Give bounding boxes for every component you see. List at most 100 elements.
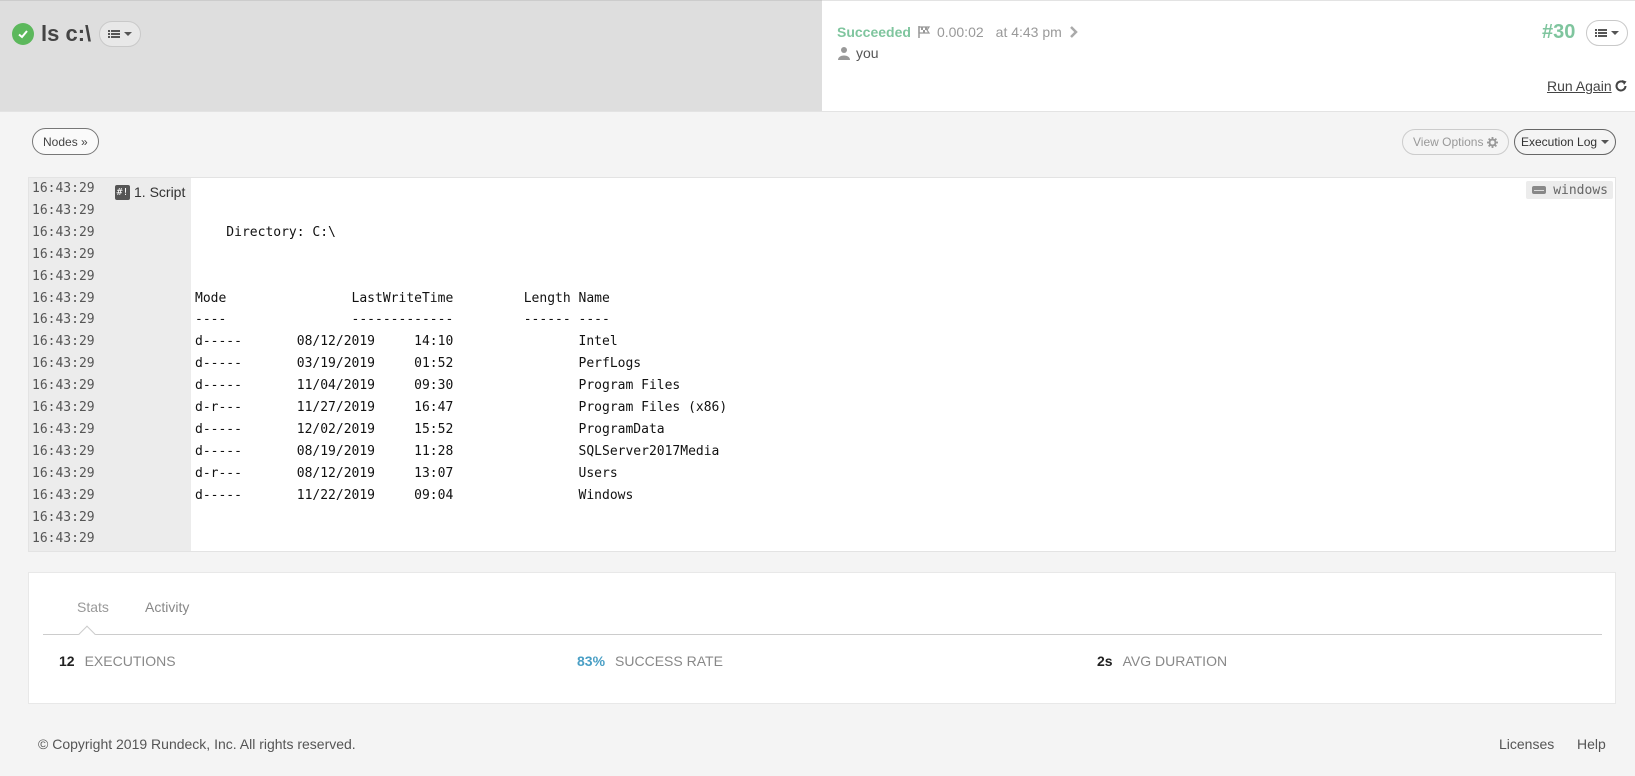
- job-name[interactable]: ls c:\: [41, 21, 91, 47]
- stat-success-rate: 83% SUCCESS RATE: [577, 653, 723, 669]
- log-timestamp: 16:43:29: [32, 224, 95, 240]
- success-rate-label: SUCCESS RATE: [615, 653, 723, 669]
- list-icon: [108, 30, 121, 38]
- help-link[interactable]: Help: [1577, 736, 1606, 752]
- log-line: 16:43:29 d----- 03/19/2019 01:52 PerfLogs: [29, 353, 1615, 375]
- nodes-button[interactable]: Nodes »: [32, 128, 99, 155]
- run-again-link[interactable]: Run Again: [1547, 78, 1628, 94]
- node-badge[interactable]: windows: [1526, 181, 1613, 199]
- log-timestamp: 16:43:29: [32, 509, 95, 525]
- log-line: 16:43:29 d----- 11/04/2019 09:30 Program …: [29, 375, 1615, 397]
- active-tab-indicator: [78, 625, 96, 643]
- log-text: ---- ------------- ------ ----: [195, 312, 610, 328]
- log-timestamp: 16:43:29: [32, 378, 95, 394]
- log-timestamp: 16:43:29: [32, 268, 95, 284]
- chevron-right-icon[interactable]: [1068, 26, 1078, 38]
- refresh-icon: [1615, 80, 1627, 92]
- script-icon: #!: [115, 184, 130, 200]
- log-timestamp: 16:43:29: [32, 421, 95, 437]
- log-timestamp: 16:43:29: [32, 246, 95, 262]
- tab-stats[interactable]: Stats: [77, 599, 109, 615]
- execution-header: ls c:\ Succeeded 0.00:02 at 4:43 pm you …: [0, 0, 1635, 112]
- step-label[interactable]: #! 1. Script: [115, 181, 185, 203]
- log-timestamp: 16:43:29: [32, 487, 95, 503]
- execution-log-dropdown[interactable]: Execution Log: [1514, 129, 1617, 155]
- log-line: 16:43:29 ---- ------------- ------ ----: [29, 309, 1615, 331]
- view-options-button[interactable]: View Options: [1402, 129, 1510, 155]
- log-text: d----- 12/02/2019 15:52 ProgramData: [195, 421, 665, 437]
- header-status-section: [822, 0, 1635, 112]
- execution-log-label: Execution Log: [1521, 135, 1598, 149]
- log-text: d-r--- 11/27/2019 16:47 Program Files (x…: [195, 400, 728, 415]
- user-name: you: [856, 45, 879, 61]
- log-line: 16:43:29 d----- 12/02/2019 15:52 ProgramD…: [29, 419, 1615, 441]
- log-line: 16:43:29: [29, 507, 1615, 529]
- log-timestamp: 16:43:29: [32, 202, 95, 218]
- stats-panel: Stats Activity 12 EXECUTIONS 83% SUCCESS…: [28, 572, 1616, 704]
- user-line: you: [837, 45, 879, 61]
- log-timestamp: 16:43:29: [32, 531, 95, 547]
- header-job-section: [0, 0, 822, 112]
- log-line: 16:43:29 Directory: C:\: [29, 222, 1615, 244]
- log-line: 16:43:29 d----- 08/12/2019 14:10 Intel: [29, 331, 1615, 353]
- log-line: 16:43:29 d----- 08/19/2019 11:28 SQLServe…: [29, 441, 1615, 463]
- log-timestamp: 16:43:29: [32, 312, 95, 328]
- server-icon: [1532, 186, 1547, 194]
- log-text: d----- 11/04/2019 09:30 Program Files: [195, 378, 681, 394]
- log-text: Directory: C:\: [195, 224, 336, 240]
- log-text: d----- 08/19/2019 11:28 SQLServer2017Med…: [195, 443, 720, 459]
- execution-number[interactable]: #30: [1542, 21, 1575, 44]
- log-text: d-r--- 08/12/2019 13:07 Users: [195, 465, 618, 481]
- caret-down-icon: [1601, 140, 1610, 144]
- node-name: windows: [1553, 182, 1608, 198]
- log-line: 16:43:29: [29, 244, 1615, 266]
- list-icon: [1595, 29, 1607, 37]
- tab-activity[interactable]: Activity: [145, 599, 189, 615]
- stat-avg-duration: 2s AVG DURATION: [1097, 653, 1227, 669]
- log-line: 16:43:29 d-r--- 11/27/2019 16:47 Program …: [29, 397, 1615, 419]
- log-timestamp: 16:43:29: [32, 465, 95, 481]
- log-line: 16:43:29 d-r--- 08/12/2019 13:07 Users: [29, 463, 1615, 485]
- time-text: at 4:43 pm: [995, 24, 1062, 40]
- log-line: 16:43:29 d----- 11/22/2019 09:04 Windows: [29, 485, 1615, 507]
- user-icon: [837, 46, 851, 60]
- executions-label: EXECUTIONS: [84, 653, 176, 669]
- caret-down-icon: [1611, 31, 1619, 35]
- stat-executions: 12 EXECUTIONS: [59, 653, 176, 669]
- log-line: 16:43:29: [29, 200, 1615, 222]
- log-timestamp: 16:43:29: [32, 290, 95, 306]
- caret-down-icon: [124, 32, 133, 36]
- execution-log-panel[interactable]: 16:43:29 16:43:29 16:43:29 Directory: C:\ 1…: [28, 177, 1616, 552]
- execution-actions-dropdown[interactable]: [1586, 20, 1628, 46]
- status-line: Succeeded 0.00:02 at 4:43 pm: [837, 24, 1078, 40]
- view-options-label: View Options: [1413, 135, 1484, 149]
- log-text: d----- 11/22/2019 09:04 Windows: [195, 487, 634, 503]
- log-timestamp: 16:43:29: [32, 443, 95, 459]
- log-text: d----- 08/12/2019 14:10 Intel: [195, 334, 618, 350]
- header-divider: [0, 111, 1635, 112]
- copyright-text: © Copyright 2019 Rundeck, Inc. All right…: [38, 736, 356, 752]
- log-timestamp: 16:43:29: [32, 400, 95, 415]
- avg-duration-value: 2s: [1097, 653, 1113, 669]
- job-title: ls c:\: [12, 21, 142, 47]
- log-line: 16:43:29: [29, 178, 1615, 200]
- log-line: 16:43:29: [29, 528, 1615, 550]
- avg-duration-label: AVG DURATION: [1122, 653, 1228, 669]
- gear-icon: [1487, 136, 1499, 148]
- status-text: Succeeded: [837, 24, 911, 40]
- success-rate-value: 83%: [577, 653, 606, 669]
- log-timestamp: 16:43:29: [32, 334, 95, 350]
- licenses-link[interactable]: Licenses: [1499, 736, 1554, 752]
- log-line: 16:43:29 Mode LastWriteTime Length Name: [29, 288, 1615, 310]
- executions-value: 12: [59, 653, 75, 669]
- step-name: 1. Script: [134, 184, 186, 200]
- flag-icon: [917, 25, 931, 39]
- log-timestamp: 16:43:29: [32, 356, 95, 372]
- log-text: d----- 03/19/2019 01:52 PerfLogs: [195, 356, 642, 372]
- log-text: Mode LastWriteTime Length Name: [195, 290, 610, 306]
- job-actions-dropdown[interactable]: [99, 21, 142, 47]
- check-circle-icon: [12, 23, 34, 45]
- log-timestamp: 16:43:29: [32, 181, 95, 196]
- duration-text: 0.00:02: [936, 24, 984, 40]
- run-again-label: Run Again: [1547, 78, 1612, 94]
